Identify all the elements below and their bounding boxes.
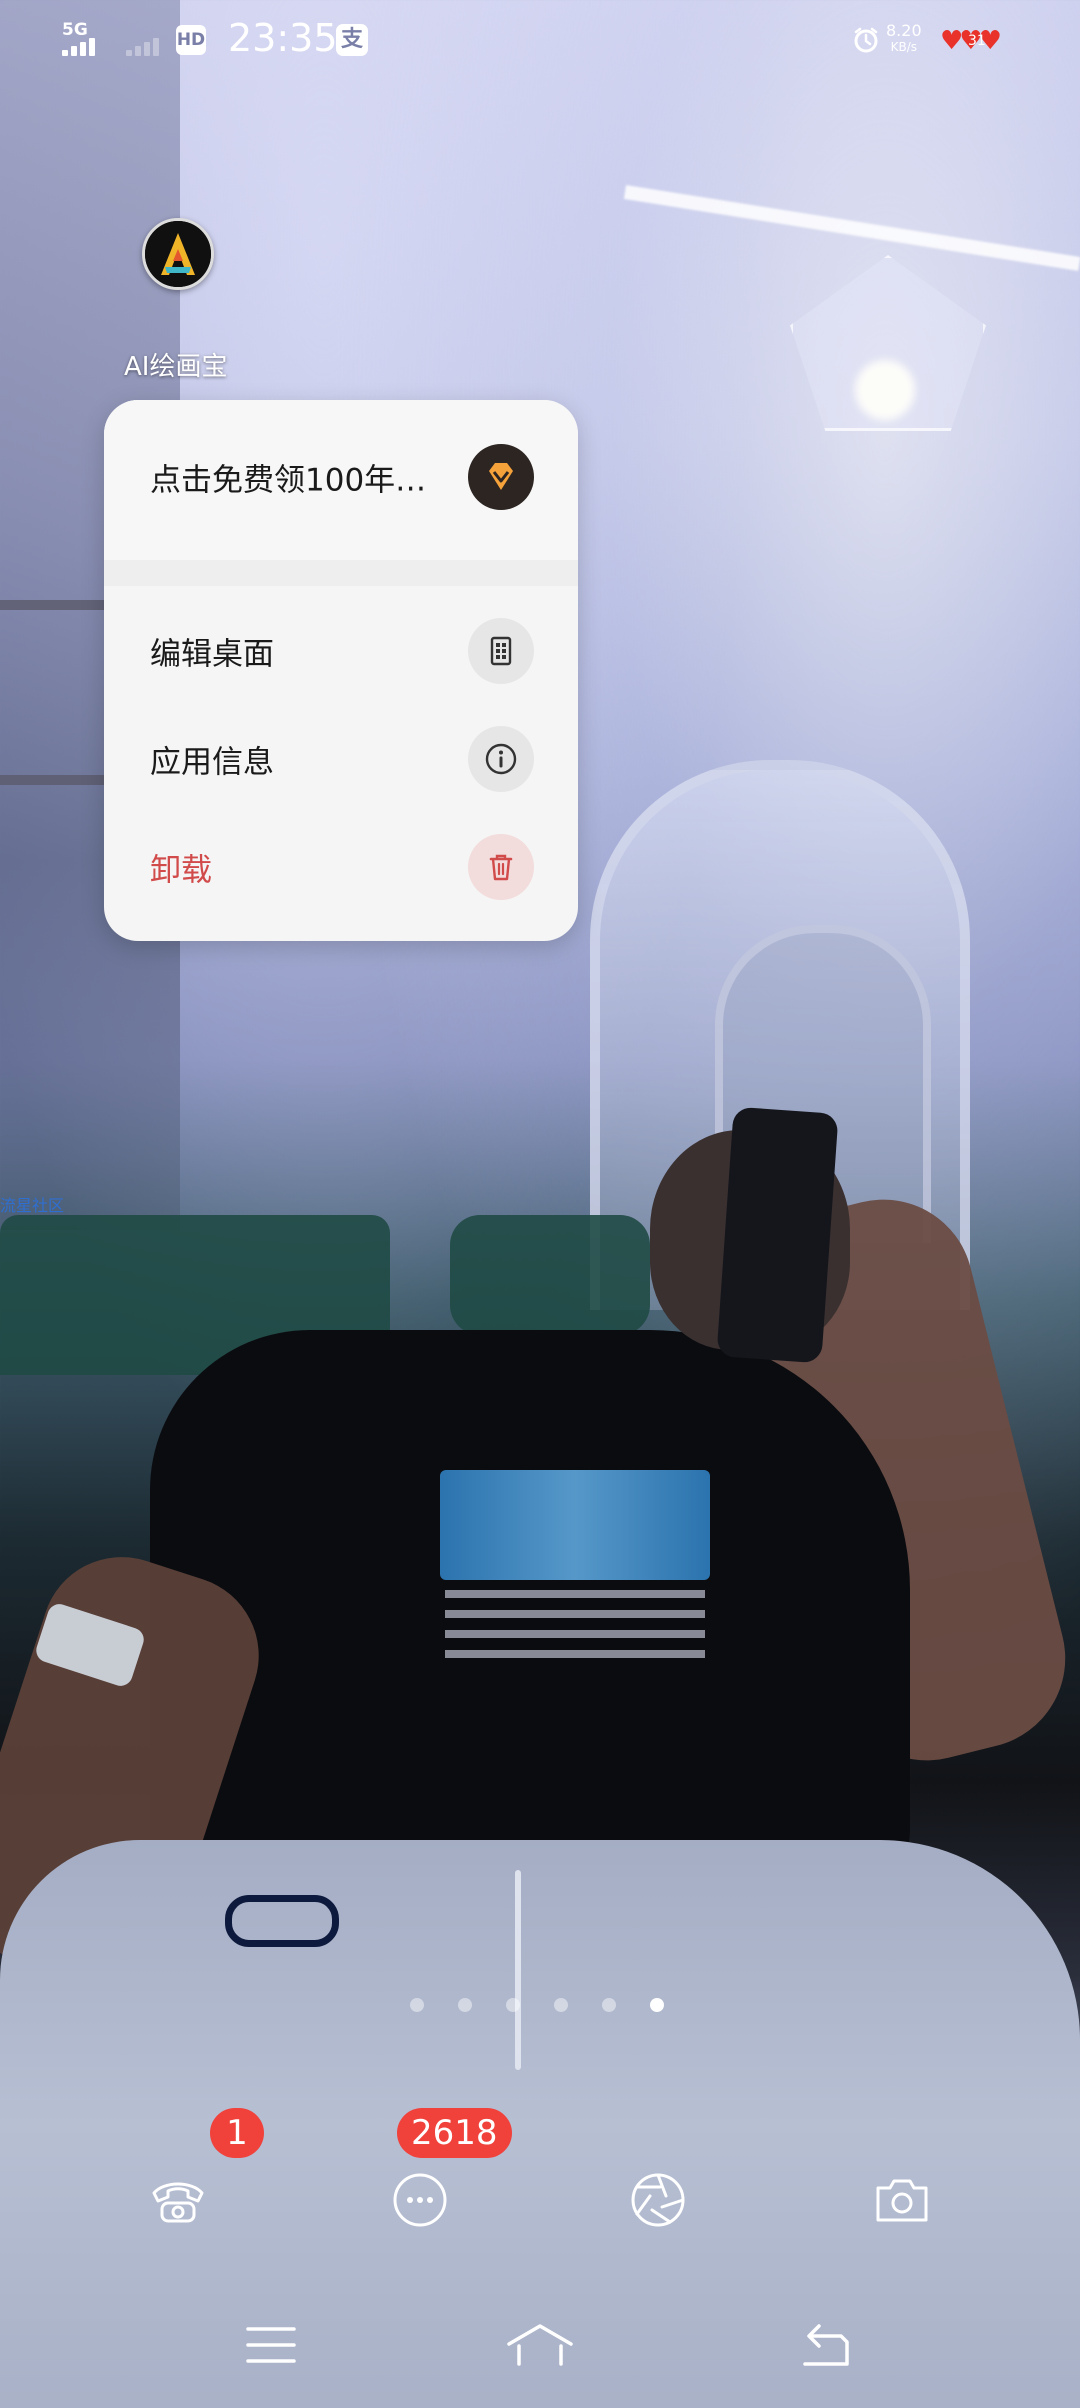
network-speed: 8.20 KB/s: [886, 22, 922, 56]
trash-icon: [468, 834, 534, 900]
shelf: [0, 600, 105, 610]
page-dot[interactable]: [410, 1998, 424, 2012]
network-speed-unit: KB/s: [890, 40, 918, 54]
browser-icon: [631, 2173, 685, 2227]
status-bar: 5G HD 23:35 支 8.20 KB/s ♥♥♥ 31: [0, 0, 1080, 90]
person-phone: [716, 1106, 839, 1364]
menu-item-uninstall[interactable]: 卸载: [104, 817, 578, 917]
menu-item-label: 应用信息: [150, 744, 274, 781]
signal-icon: [62, 28, 95, 56]
phone-badge: 1: [210, 2108, 264, 2158]
network-speed-value: 8.20: [886, 21, 922, 40]
signal-icon-secondary: [126, 28, 159, 56]
diamond-icon: [468, 444, 534, 510]
salon-chair-back: [450, 1215, 650, 1335]
clock: 23:35: [228, 16, 338, 60]
shirt-text-graphic: [445, 1590, 705, 1660]
battery-level: 31: [968, 33, 986, 49]
menu-item-edit-desktop[interactable]: 编辑桌面: [104, 601, 578, 701]
menu-divider: [104, 560, 578, 586]
back-icon: [803, 2324, 849, 2366]
menu-icon: [246, 2327, 296, 2363]
ai-painting-app-icon[interactable]: [142, 218, 214, 290]
alipay-notification-icon: 支: [336, 24, 368, 56]
info-icon: [468, 726, 534, 792]
recent-apps-button[interactable]: [236, 2315, 306, 2375]
camera-icon: [876, 2179, 928, 2222]
page-dot[interactable]: [602, 1998, 616, 2012]
alarm-icon: [854, 27, 878, 53]
promo-item[interactable]: 点击免费领100年…: [104, 427, 578, 527]
messages-icon: [393, 2173, 447, 2227]
home-icon: [507, 2324, 573, 2366]
home-button[interactable]: [505, 2315, 575, 2375]
shelf: [0, 775, 105, 785]
menu-item-app-info[interactable]: 应用信息: [104, 709, 578, 809]
app-context-menu: 点击免费领100年… 编辑桌面 应用信息 卸载: [104, 400, 578, 941]
pants-logo: [225, 1895, 339, 1947]
shirt-print: [440, 1470, 710, 1580]
camera-app[interactable]: [870, 2168, 934, 2232]
page-dot[interactable]: [506, 1998, 520, 2012]
menu-item-label: 卸载: [150, 852, 212, 889]
lamp-glow: [855, 360, 915, 420]
back-button[interactable]: [790, 2315, 860, 2375]
page-indicator[interactable]: [410, 1998, 664, 2012]
ceiling-light: [623, 185, 1080, 271]
promo-label: 点击免费领100年…: [150, 462, 427, 499]
app-logo-icon: [145, 221, 211, 287]
messages-badge: 2618: [397, 2108, 512, 2158]
wallpaper-label: 流星社区: [0, 1196, 65, 1215]
messages-app[interactable]: [388, 2168, 452, 2232]
hd-voice-badge: HD: [176, 25, 206, 55]
menu-item-label: 编辑桌面: [150, 636, 274, 673]
browser-app[interactable]: [626, 2168, 690, 2232]
phone-icon: [152, 2182, 204, 2223]
phone-app[interactable]: [146, 2168, 210, 2232]
page-dot-active[interactable]: [650, 1998, 664, 2012]
page-dot[interactable]: [458, 1998, 472, 2012]
drawstring: [515, 1870, 521, 2070]
app-label: AI绘画宝: [124, 352, 228, 382]
edit-desktop-icon: [468, 618, 534, 684]
page-dot[interactable]: [554, 1998, 568, 2012]
